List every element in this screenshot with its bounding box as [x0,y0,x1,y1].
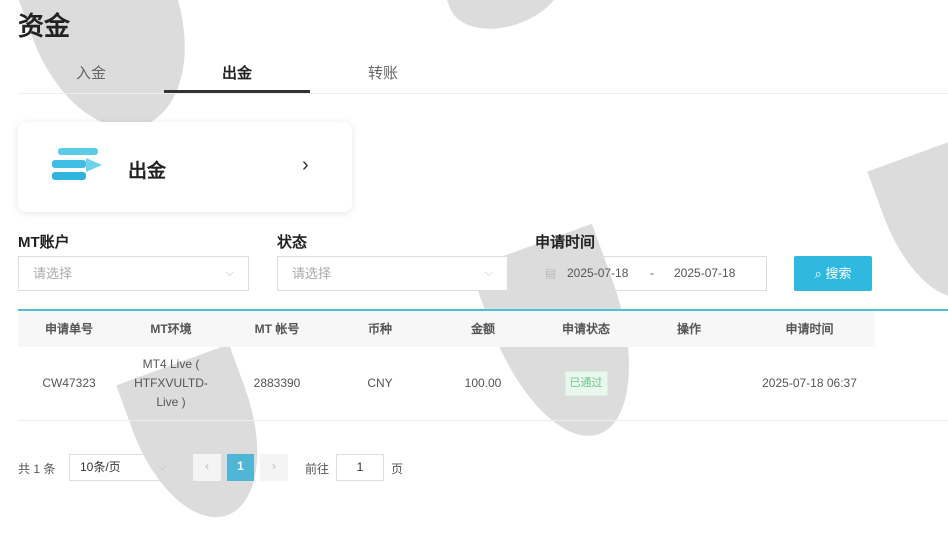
chevron-down-icon: ⌵ [158,462,166,473]
prev-page-button[interactable]: ‹ [193,454,221,481]
date-separator: - [650,266,654,280]
col-header: 金额 [470,321,495,336]
watermark [867,137,948,313]
page-size-select[interactable]: 10条/页 ⌵ [69,454,179,481]
page-1-button[interactable]: 1 [227,454,254,481]
total-count: 共 1 条 [18,462,56,476]
date-label: 申请时间 [535,234,596,251]
withdraw-icon [52,148,104,187]
card-label: 出金 [128,161,167,182]
calendar-icon: ▤ [545,266,557,280]
tab-transfer[interactable]: 转账 [310,60,456,93]
next-page-button[interactable]: › [260,454,288,481]
col-header: 申请单号 [44,321,93,336]
goto-page-input[interactable]: 1 [336,454,384,481]
page-title: 资金 [18,11,71,41]
col-header: MT环境 [150,321,192,336]
date-end[interactable]: 2025-07-18 [674,257,735,290]
page-suffix: 页 [391,462,404,476]
status-badge: 已通过 [564,371,608,396]
search-label: 搜索 [825,266,852,281]
cell-env: MT4 Live ( HTFXVULTD-Live ) [134,357,208,409]
chevron-down-icon: ⌵ [484,267,493,279]
cell-currency: CNY [367,376,393,390]
cell-action [634,347,744,420]
withdraw-card[interactable]: 出金 › [18,122,352,212]
search-button[interactable]: ⌕ 搜索 [794,256,872,291]
search-icon: ⌕ [814,266,822,281]
withdraw-table: 申请单号 MT环境 MT 帐号 币种 金额 申请状态 操作 申请时间 CW473… [18,309,948,421]
mt-account-select[interactable]: 请选择 ⌵ [18,256,249,291]
cell-time: 2025-07-18 06:37 [762,376,857,390]
col-header: 申请状态 [561,321,610,336]
table-header: 申请单号 MT环境 MT 帐号 币种 金额 申请状态 操作 申请时间 [18,311,875,347]
placeholder: 请选择 [33,266,73,281]
goto-label: 前往 [305,462,330,476]
date-start[interactable]: 2025-07-18 [567,257,628,290]
chevron-right-icon: › [302,154,309,176]
cell-amount: 100.00 [464,376,502,390]
tabs: 入金 出金 转账 [18,60,948,94]
watermark [444,0,576,44]
col-header: 操作 [676,321,701,336]
col-header: MT 帐号 [254,321,300,336]
table-row: CW47323 MT4 Live ( HTFXVULTD-Live ) 2883… [18,347,948,421]
page-size-value: 10条/页 [80,460,121,474]
tab-deposit[interactable]: 入金 [18,60,164,93]
tab-withdraw[interactable]: 出金 [164,60,310,93]
mt-account-label: MT账户 [18,234,70,251]
date-range-picker[interactable]: ▤ 2025-07-18 - 2025-07-18 [535,256,767,291]
chevron-down-icon: ⌵ [225,267,234,279]
cell-id: CW47323 [42,376,96,390]
col-header: 申请时间 [785,321,834,336]
cell-account: 2883390 [253,376,301,390]
col-header: 币种 [367,321,392,336]
status-select[interactable]: 请选择 ⌵ [277,256,508,291]
placeholder: 请选择 [292,266,332,281]
status-label: 状态 [277,234,308,251]
